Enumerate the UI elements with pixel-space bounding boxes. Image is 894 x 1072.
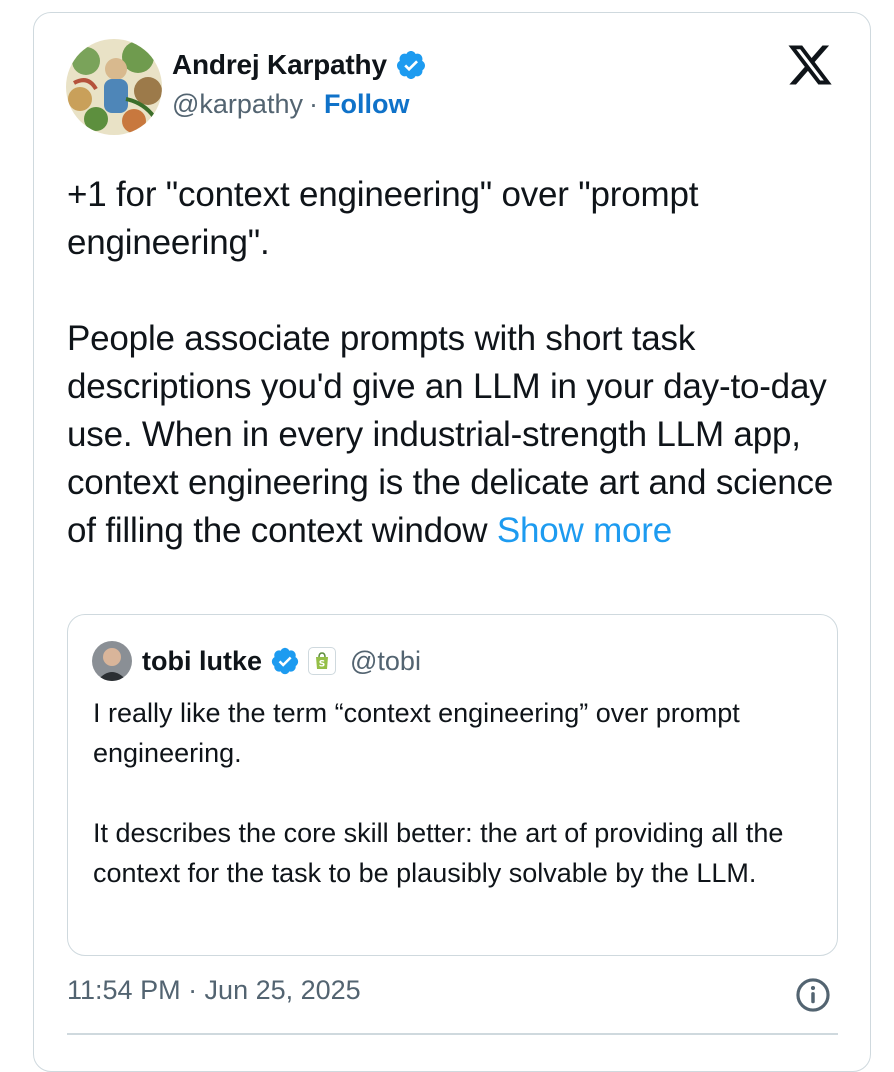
author-handle[interactable]: @karpathy [172, 89, 303, 120]
shopify-icon: S [308, 647, 336, 675]
divider [67, 1033, 838, 1035]
quoted-tweet-body: I really like the term “context engineer… [93, 693, 823, 893]
tweet-card: Andrej Karpathy @karpathy · Follow +1 fo… [33, 12, 871, 1072]
author-name-row: Andrej Karpathy [172, 47, 427, 83]
follow-button[interactable]: Follow [324, 89, 409, 120]
quoted-tweet[interactable]: tobi lutke S @tobi I really like the ter… [67, 614, 838, 956]
author-avatar[interactable] [66, 39, 162, 135]
quoted-author-avatar[interactable] [92, 641, 132, 681]
svg-text:S: S [319, 660, 325, 670]
verified-badge-icon [395, 49, 427, 81]
quoted-author-name[interactable]: tobi lutke [142, 646, 262, 677]
author-handle-row: @karpathy · Follow [172, 89, 409, 120]
show-more-link[interactable]: Show more [497, 511, 672, 550]
info-icon[interactable] [794, 976, 832, 1014]
quoted-author-row: tobi lutke S @tobi [142, 642, 421, 680]
handle-separator: · [308, 89, 318, 119]
tweet-paragraph: +1 for "context engineering" over "promp… [67, 175, 699, 262]
x-logo-icon[interactable] [786, 41, 834, 89]
tweet-paragraph-text: People associate prompts with short task… [67, 319, 834, 550]
tweet-body: +1 for "context engineering" over "promp… [67, 171, 837, 555]
author-name[interactable]: Andrej Karpathy [172, 49, 387, 81]
quoted-paragraph: I really like the term “context engineer… [93, 698, 740, 768]
verified-badge-icon [270, 646, 300, 676]
quoted-paragraph: It describes the core skill better: the … [93, 818, 784, 888]
quoted-author-handle[interactable]: @tobi [350, 646, 421, 677]
tweet-paragraph: People associate prompts with short task… [67, 315, 837, 555]
tweet-timestamp[interactable]: 11:54 PM · Jun 25, 2025 [67, 975, 361, 1006]
